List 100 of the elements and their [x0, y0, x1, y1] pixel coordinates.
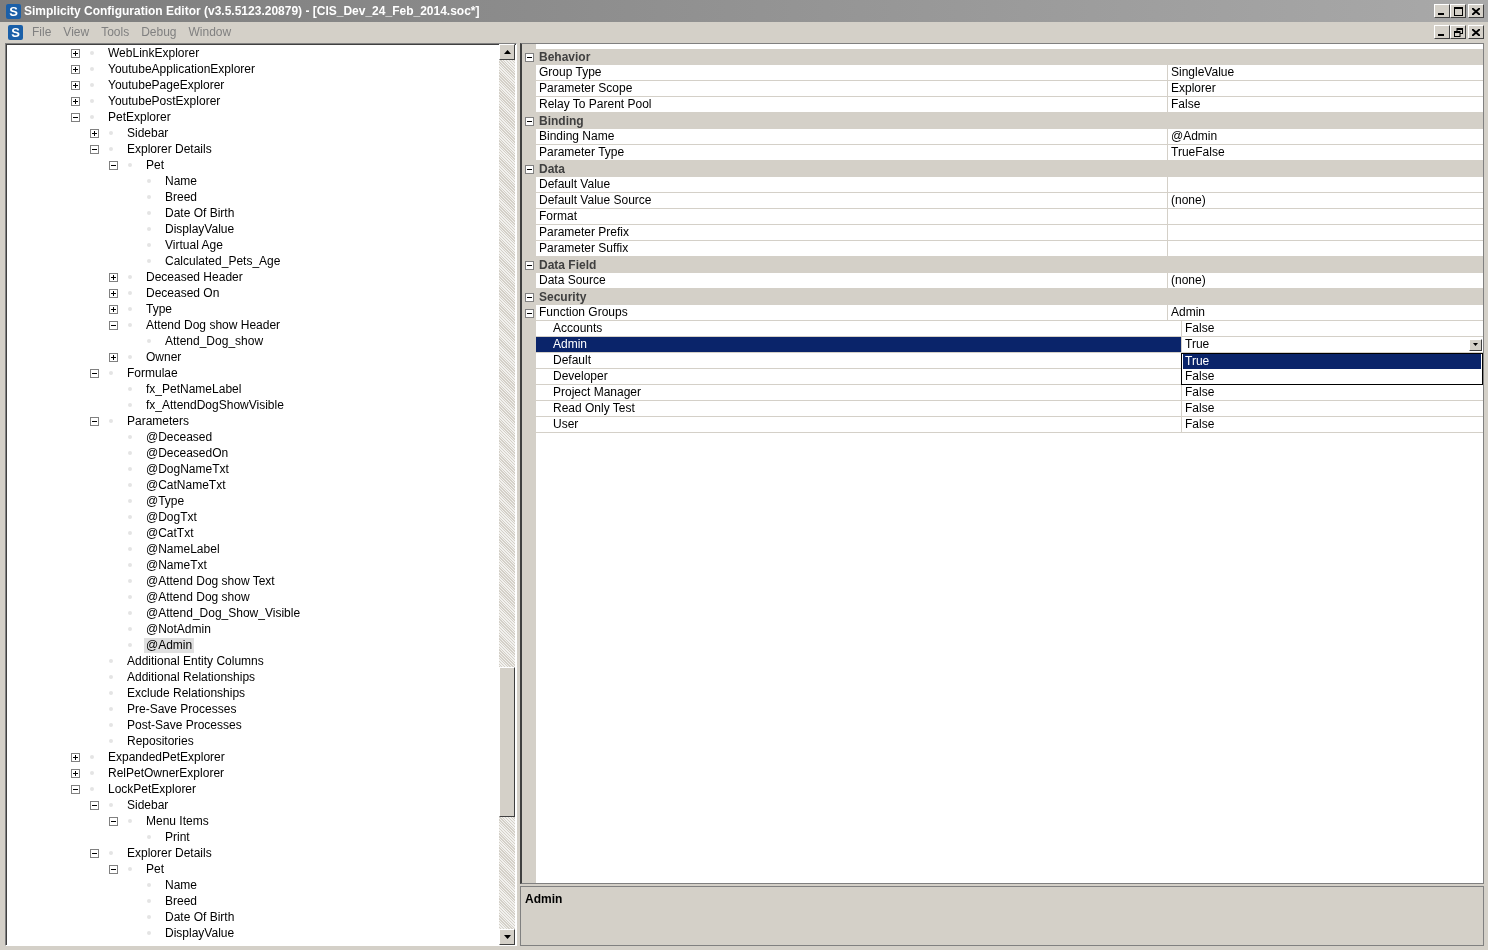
- scrollbar[interactable]: [499, 44, 515, 945]
- property-name[interactable]: Parameter Scope: [536, 81, 1168, 96]
- property-name[interactable]: Accounts: [536, 321, 1182, 336]
- tree-item[interactable]: Pre-Save Processes: [125, 701, 239, 717]
- property-name[interactable]: Binding Name: [536, 129, 1168, 144]
- expand-icon[interactable]: [71, 64, 80, 74]
- property-name[interactable]: Parameter Suffix: [536, 241, 1168, 256]
- minimize-button[interactable]: [1434, 25, 1450, 39]
- dropdown-button[interactable]: [1469, 338, 1482, 351]
- tree-item[interactable]: @Attend_Dog_Show_Visible: [144, 605, 303, 621]
- property-name[interactable]: Parameter Prefix: [536, 225, 1168, 240]
- collapse-icon[interactable]: [71, 784, 80, 794]
- collapse-icon[interactable]: [71, 112, 80, 122]
- property-name[interactable]: Project Manager: [536, 385, 1182, 400]
- expand-icon[interactable]: [90, 128, 99, 138]
- collapse-icon[interactable]: [90, 144, 99, 154]
- tree-item[interactable]: fx_AttendDogShowVisible: [144, 397, 286, 413]
- tree-item[interactable]: Breed: [163, 893, 200, 909]
- collapse-icon[interactable]: [90, 368, 99, 378]
- expand-icon[interactable]: [109, 288, 118, 298]
- dropdown-option[interactable]: False: [1183, 369, 1481, 384]
- tree-item[interactable]: Post-Save Processes: [125, 717, 244, 733]
- tree-item[interactable]: @Deceased: [144, 429, 215, 445]
- tree-item[interactable]: Repositories: [125, 733, 196, 749]
- tree-item[interactable]: Date Of Birth: [163, 909, 237, 925]
- tree-item[interactable]: Sidebar: [125, 797, 171, 813]
- tree-item[interactable]: @CatTxt: [144, 525, 196, 541]
- property-name[interactable]: Format: [536, 209, 1168, 224]
- tree-item[interactable]: fx_PetNameLabel: [144, 381, 244, 397]
- property-name[interactable]: Admin: [536, 337, 1182, 352]
- dropdown-option[interactable]: True: [1183, 354, 1481, 369]
- tree-item[interactable]: Virtual Age: [163, 237, 225, 253]
- collapse-icon[interactable]: [109, 864, 118, 874]
- tree-item[interactable]: DisplayValue: [163, 221, 237, 237]
- property-name[interactable]: User: [536, 417, 1182, 432]
- tree-item[interactable]: YoutubePostExplorer: [106, 93, 223, 109]
- scroll-up-button[interactable]: [499, 44, 515, 60]
- expand-icon[interactable]: [71, 752, 80, 762]
- tree-item[interactable]: Calculated_Pets_Age: [163, 253, 283, 269]
- tree-item[interactable]: @DeceasedOn: [144, 445, 231, 461]
- property-name[interactable]: Group Type: [536, 65, 1168, 80]
- expand-icon[interactable]: [71, 768, 80, 778]
- scroll-down-button[interactable]: [499, 929, 515, 945]
- collapse-icon[interactable]: [109, 816, 118, 826]
- tree-item[interactable]: Name: [163, 877, 199, 893]
- tree-item[interactable]: Additional Entity Columns: [125, 653, 266, 669]
- tree-item[interactable]: Owner: [144, 349, 184, 365]
- tree-item[interactable]: LockPetExplorer: [106, 781, 199, 797]
- tree-item[interactable]: Explorer Details: [125, 845, 214, 861]
- property-name[interactable]: Default: [536, 353, 1182, 368]
- tree-item[interactable]: @DogTxt: [144, 509, 199, 525]
- tree-item[interactable]: Deceased On: [144, 285, 222, 301]
- property-name[interactable]: Read Only Test: [536, 401, 1182, 416]
- expand-icon[interactable]: [109, 304, 118, 314]
- collapse-icon[interactable]: [90, 416, 99, 426]
- collapse-icon[interactable]: [109, 320, 118, 330]
- tree-item[interactable]: @Type: [144, 493, 187, 509]
- tree-item[interactable]: Sidebar: [125, 125, 171, 141]
- tree-item[interactable]: DisplayValue: [163, 925, 237, 941]
- tree-item[interactable]: @NameLabel: [144, 541, 222, 557]
- tree-item[interactable]: Type: [144, 301, 174, 317]
- tree-item[interactable]: WebLinkExplorer: [106, 45, 202, 61]
- expand-icon[interactable]: [71, 80, 80, 90]
- tree-item[interactable]: Pet: [144, 861, 166, 877]
- tree-item[interactable]: PetExplorer: [106, 109, 173, 125]
- collapse-icon[interactable]: [524, 116, 534, 126]
- tree-item[interactable]: Breed: [163, 189, 200, 205]
- tree-item[interactable]: @DogNameTxt: [144, 461, 231, 477]
- tree-item[interactable]: @NameTxt: [144, 557, 209, 573]
- tree-item[interactable]: Date Of Birth: [163, 205, 237, 221]
- collapse-icon[interactable]: [524, 164, 534, 174]
- tree-item[interactable]: Deceased Header: [144, 269, 245, 285]
- collapse-icon[interactable]: [524, 308, 534, 318]
- property-name[interactable]: Default Value: [536, 177, 1168, 192]
- tree-item[interactable]: Parameters: [125, 413, 192, 429]
- tree-item[interactable]: Formulae: [125, 365, 180, 381]
- collapse-icon[interactable]: [90, 800, 99, 810]
- tree-item[interactable]: Attend Dog show Header: [144, 317, 283, 333]
- property-name[interactable]: Parameter Type: [536, 145, 1168, 160]
- tree-item[interactable]: @Admin: [144, 637, 195, 653]
- maximize-button[interactable]: [1450, 4, 1466, 18]
- tree-item[interactable]: Additional Relationships: [125, 669, 258, 685]
- expand-icon[interactable]: [109, 272, 118, 282]
- close-button[interactable]: [1468, 25, 1484, 39]
- tree-item[interactable]: YoutubeApplicationExplorer: [106, 61, 257, 77]
- collapse-icon[interactable]: [90, 848, 99, 858]
- tree-item[interactable]: Pet: [144, 157, 166, 173]
- property-name[interactable]: Data Source: [536, 273, 1168, 288]
- scroll-thumb[interactable]: [499, 667, 515, 817]
- collapse-icon[interactable]: [109, 160, 118, 170]
- restore-button[interactable]: [1450, 25, 1466, 39]
- property-name[interactable]: Default Value Source: [536, 193, 1168, 208]
- property-name[interactable]: Function Groups: [536, 305, 1168, 320]
- tree-item[interactable]: Attend_Dog_show: [163, 333, 266, 349]
- expand-icon[interactable]: [109, 352, 118, 362]
- tree-item[interactable]: @Attend Dog show: [144, 589, 252, 605]
- expand-icon[interactable]: [71, 48, 80, 58]
- property-name[interactable]: Relay To Parent Pool: [536, 97, 1168, 112]
- tree-item[interactable]: Print: [163, 829, 192, 845]
- collapse-icon[interactable]: [524, 52, 534, 62]
